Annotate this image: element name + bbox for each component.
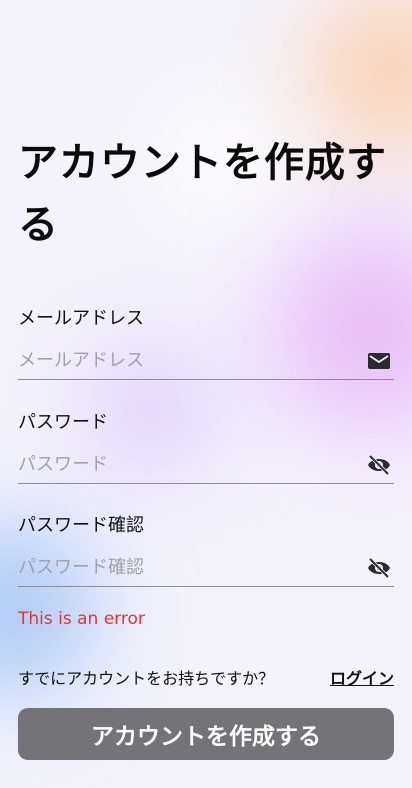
email-field: メールアドレス <box>18 306 394 380</box>
login-prompt: すでにアカウントをお持ちですか？ ログイン <box>18 665 394 689</box>
mail-icon <box>366 348 392 374</box>
email-input-row <box>18 342 394 380</box>
error-message: This is an error <box>18 609 145 629</box>
login-prompt-text: すでにアカウントをお持ちですか？ <box>18 669 275 688</box>
password-confirm-input-row <box>18 549 394 587</box>
email-label: メールアドレス <box>18 308 144 329</box>
password-field: パスワード <box>18 410 394 484</box>
eye-off-icon[interactable] <box>366 555 392 581</box>
password-confirm-field: パスワード確認 <box>18 513 394 587</box>
page-title: アカウントを作成する <box>18 140 387 248</box>
password-confirm-input[interactable] <box>18 552 366 583</box>
email-input[interactable] <box>18 345 366 376</box>
login-link[interactable]: ログイン <box>330 665 394 689</box>
eye-off-icon[interactable] <box>366 452 392 478</box>
password-confirm-label: パスワード確認 <box>18 515 144 536</box>
password-input-row <box>18 446 394 484</box>
password-label: パスワード <box>18 412 108 433</box>
create-account-button[interactable]: アカウントを作成する <box>18 708 394 760</box>
password-input[interactable] <box>18 449 366 480</box>
